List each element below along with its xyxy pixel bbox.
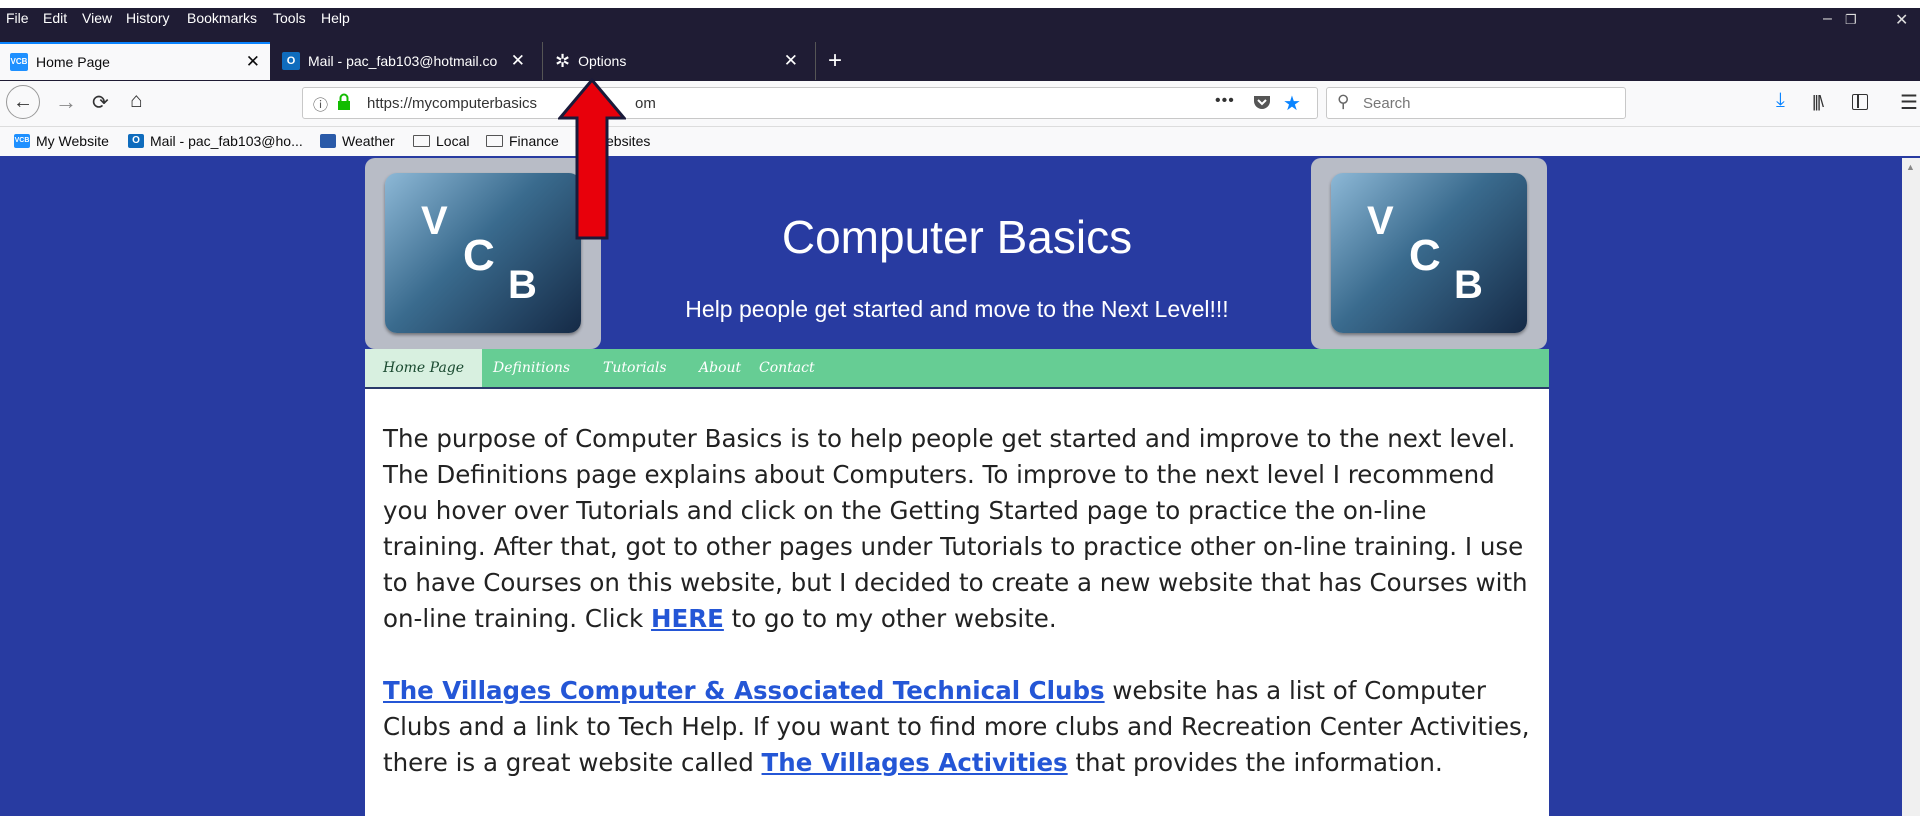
bookmark-folder-local[interactable]: Local — [413, 133, 469, 149]
tab-mail[interactable]: O Mail - pac_fab103@hotmail.co ✕ — [272, 42, 537, 80]
url-bar[interactable]: ⓘ https://mycomputerbasics om ••• ★ — [302, 87, 1318, 119]
pocket-icon[interactable] — [1253, 94, 1271, 115]
menu-history[interactable]: History — [126, 10, 170, 26]
bookmark-label: Mail - pac_fab103@ho... — [150, 133, 303, 149]
minimize-button[interactable]: – — [1823, 10, 1832, 28]
gear-icon: ✲ — [555, 50, 571, 71]
download-icon[interactable]: ⤓ — [1776, 89, 1785, 112]
here-link[interactable]: HERE — [651, 604, 724, 633]
tab-home-page[interactable]: VCB Home Page ✕ — [0, 42, 270, 80]
restore-button[interactable]: ❐ — [1845, 12, 1857, 28]
hamburger-menu-icon[interactable]: ☰ — [1900, 90, 1918, 115]
bookmark-folder-finance[interactable]: Finance — [486, 133, 559, 149]
close-tab-icon[interactable]: ✕ — [246, 52, 260, 72]
vcb-logo-right: V C B — [1311, 158, 1547, 349]
intro-paragraph: The purpose of Computer Basics is to hel… — [383, 421, 1533, 637]
bookmark-label: My Website — [36, 133, 109, 149]
menu-bookmarks[interactable]: Bookmarks — [187, 10, 257, 26]
clubs-text-end: that provides the information. — [1067, 748, 1443, 777]
outlook-icon: O — [128, 134, 144, 148]
close-window-button[interactable]: ✕ — [1895, 10, 1908, 30]
tab-label: Home Page — [36, 54, 110, 70]
menu-help[interactable]: Help — [321, 10, 350, 26]
weather-icon — [320, 134, 336, 148]
back-button[interactable]: ← — [6, 85, 40, 119]
lock-icon — [337, 93, 351, 110]
tab-options[interactable]: ✲ Options ✕ — [542, 42, 808, 80]
bookmark-my-website[interactable]: VCB My Website — [14, 133, 109, 149]
new-tab-button[interactable]: + — [815, 42, 868, 80]
logo-letter-b: B — [1454, 263, 1483, 307]
library-icon[interactable]: |||\ — [1812, 92, 1824, 112]
logo-letter-c: C — [1409, 231, 1441, 280]
site-nav: Home Page Definitions Tutorials About Co… — [365, 349, 1549, 389]
logo-tile: V C B — [1331, 173, 1527, 333]
menu-file[interactable]: File — [6, 10, 29, 26]
bookmark-mail[interactable]: O Mail - pac_fab103@ho... — [128, 133, 303, 149]
scroll-up-arrow-icon[interactable]: ▲ — [1906, 162, 1915, 172]
nav-definitions[interactable]: Definitions — [475, 349, 588, 387]
clubs-paragraph: The Villages Computer & Associated Techn… — [383, 673, 1533, 781]
page-scrollbar[interactable]: ▲ — [1902, 158, 1920, 816]
villages-activities-link[interactable]: The Villages Activities — [762, 748, 1068, 777]
nav-tutorials[interactable]: Tutorials — [585, 349, 685, 387]
menu-view[interactable]: View — [82, 10, 112, 26]
navigation-toolbar: ← → ⟳ ⌂ ⓘ https://mycomputerbasics om ••… — [0, 81, 1920, 127]
red-up-arrow-icon — [558, 78, 626, 240]
top-strip — [0, 0, 1920, 8]
main-content: The purpose of Computer Basics is to hel… — [365, 389, 1549, 816]
close-tab-icon[interactable]: ✕ — [784, 51, 798, 71]
tab-strip: VCB Home Page ✕ O Mail - pac_fab103@hotm… — [0, 42, 1920, 80]
nav-home-page[interactable]: Home Page — [365, 349, 483, 387]
tab-label: Options — [578, 53, 627, 69]
menu-tools[interactable]: Tools — [273, 10, 306, 26]
tab-label: Mail - pac_fab103@hotmail.co — [308, 53, 498, 69]
sidebar-toggle-icon[interactable] — [1852, 94, 1868, 110]
url-text: https://mycomputerbasics — [367, 95, 538, 112]
nav-contact[interactable]: Contact — [741, 349, 833, 387]
menu-edit[interactable]: Edit — [43, 10, 67, 26]
page-actions-icon[interactable]: ••• — [1215, 92, 1235, 110]
menu-bar: File Edit View History Bookmarks Tools H… — [0, 8, 1920, 30]
search-input[interactable]: ⚲ Search — [1326, 87, 1626, 119]
folder-icon — [486, 135, 503, 147]
vcb-favicon-icon: VCB — [10, 53, 28, 71]
reload-icon[interactable]: ⟳ — [92, 90, 109, 115]
intro-text-end: to go to my other website. — [723, 604, 1057, 633]
search-placeholder: Search — [1363, 95, 1411, 112]
close-tab-icon[interactable]: ✕ — [511, 51, 525, 71]
url-text-end: om — [635, 95, 656, 112]
intro-text: The purpose of Computer Basics is to hel… — [383, 424, 1528, 633]
vcb-favicon-icon: VCB — [14, 134, 30, 148]
bookmark-label: Finance — [509, 133, 559, 149]
home-icon[interactable]: ⌂ — [130, 89, 143, 113]
bookmarks-toolbar: VCB My Website O Mail - pac_fab103@ho...… — [0, 127, 1920, 156]
site-header: V C B Computer Basics Help people get st… — [365, 158, 1549, 349]
outlook-icon: O — [282, 52, 300, 70]
star-bookmark-icon[interactable]: ★ — [1283, 91, 1301, 116]
bookmark-weather[interactable]: Weather — [320, 133, 395, 149]
info-icon[interactable]: ⓘ — [313, 94, 328, 115]
search-icon: ⚲ — [1337, 92, 1350, 111]
forward-button[interactable]: → — [55, 89, 77, 115]
bookmark-label: Weather — [342, 133, 395, 149]
folder-icon — [413, 135, 430, 147]
villages-clubs-link[interactable]: The Villages Computer & Associated Techn… — [383, 676, 1105, 705]
bookmark-label: Local — [436, 133, 470, 149]
browser-chrome: File Edit View History Bookmarks Tools H… — [0, 8, 1920, 81]
logo-letter-v: V — [1367, 199, 1394, 243]
